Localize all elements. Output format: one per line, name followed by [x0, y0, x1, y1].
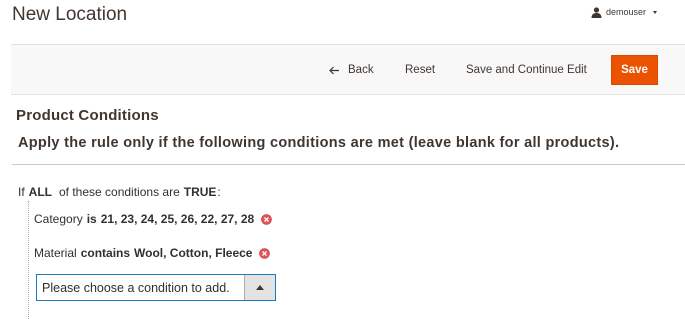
remove-condition-icon[interactable]	[261, 213, 272, 225]
caret-up-icon	[256, 285, 264, 290]
condition-row: Category is 21, 23, 24, 25, 26, 22, 27, …	[34, 212, 272, 226]
save-button[interactable]: Save	[611, 55, 658, 85]
condition-attribute: Category	[34, 212, 83, 226]
back-label: Back	[348, 64, 374, 76]
remove-condition-icon[interactable]	[259, 247, 271, 259]
caret-down-icon	[653, 10, 658, 14]
select-toggle[interactable]	[244, 275, 275, 300]
add-condition-placeholder: Please choose a condition to add.	[42, 280, 230, 295]
aggregator-select[interactable]: ALL	[29, 185, 52, 199]
arrow-left-icon	[329, 66, 339, 74]
username: demouser	[606, 7, 647, 17]
add-condition-select[interactable]: Please choose a condition to add.	[36, 274, 276, 301]
value-select[interactable]: TRUE	[184, 185, 217, 199]
rule-suffix: :	[217, 185, 221, 199]
conditions-legend: Apply the rule only if the following con…	[18, 135, 620, 151]
user-menu[interactable]: demouser	[591, 5, 658, 19]
tree-guide-line	[28, 201, 29, 319]
divider	[12, 164, 685, 165]
rule-root: If ALL of these conditions are TRUE :	[18, 185, 221, 199]
user-icon	[591, 6, 602, 18]
section-title: Product Conditions	[16, 107, 159, 124]
rule-mid-text: of these conditions are	[59, 185, 180, 199]
condition-row: Material contains Wool, Cotton, Fleece	[34, 246, 271, 260]
condition-attribute: Material	[34, 246, 77, 260]
condition-operator[interactable]: contains	[81, 246, 130, 260]
condition-operator[interactable]: is	[87, 212, 97, 226]
if-label: If	[18, 185, 25, 199]
save-and-continue-button[interactable]: Save and Continue Edit	[466, 55, 587, 85]
page-title: New Location	[12, 4, 128, 25]
page-actions-toolbar: Back Reset Save and Continue Edit Save	[11, 44, 685, 95]
reset-button[interactable]: Reset	[405, 55, 435, 85]
condition-value[interactable]: Wool, Cotton, Fleece	[134, 246, 252, 260]
condition-value[interactable]: 21, 23, 24, 25, 26, 22, 27, 28	[101, 212, 254, 226]
back-button[interactable]: Back	[329, 55, 374, 85]
